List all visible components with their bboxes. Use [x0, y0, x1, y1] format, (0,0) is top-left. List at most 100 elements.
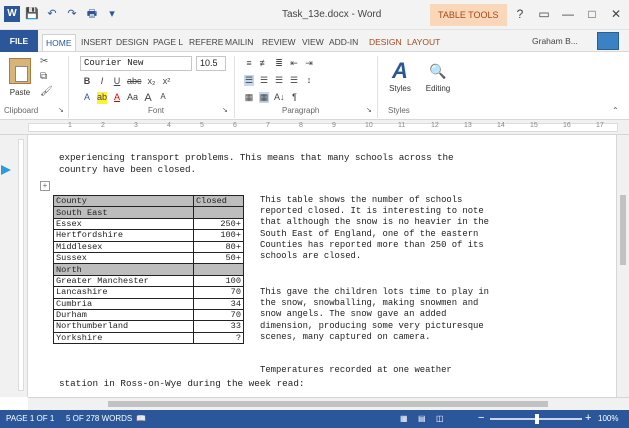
horizontal-scroll-thumb[interactable]: [108, 401, 548, 407]
tab-insert[interactable]: INSERT: [78, 34, 115, 51]
redo-icon[interactable]: ↷: [64, 6, 80, 22]
tab-table-layout[interactable]: LAYOUT: [404, 34, 443, 51]
paragraph-top[interactable]: experiencing transport problems. This me…: [59, 152, 579, 176]
side-paragraph-2[interactable]: This gave the children lots time to play…: [260, 287, 570, 343]
clipboard-launcher-icon[interactable]: ↘: [58, 106, 64, 114]
sort-icon[interactable]: A↓: [274, 92, 285, 103]
side-paragraph-1[interactable]: This table shows the number of schools r…: [260, 195, 570, 262]
minimize-button[interactable]: —: [559, 4, 577, 24]
side-paragraph-3[interactable]: Temperatures recorded at one weather: [260, 365, 570, 376]
font-name-combo[interactable]: Courier New: [80, 56, 192, 71]
closed-cell[interactable]: 50+: [193, 251, 244, 265]
help-button[interactable]: ?: [511, 4, 529, 24]
horizontal-ruler[interactable]: 1 2 3 4 5 6 7 8 9 10 11 12 13 14 15 16 17: [0, 120, 629, 135]
word-count[interactable]: 5 OF 278 WORDS: [66, 414, 132, 423]
closed-cell[interactable]: 70: [193, 308, 244, 322]
tab-file[interactable]: FILE: [0, 30, 38, 52]
county-cell[interactable]: Sussex: [53, 251, 194, 265]
maximize-button[interactable]: □: [583, 4, 601, 24]
closed-cell[interactable]: 100: [193, 274, 244, 288]
zoom-level[interactable]: 100%: [598, 414, 618, 423]
print-layout-icon[interactable]: ▤: [418, 414, 426, 423]
county-cell[interactable]: North: [53, 263, 194, 276]
county-cell[interactable]: Hertfordshire: [53, 229, 194, 242]
multilevel-list-icon[interactable]: ≣: [274, 58, 284, 69]
closed-cell[interactable]: [193, 206, 244, 219]
user-name[interactable]: Graham B...: [532, 36, 578, 46]
cut-icon[interactable]: ✂: [40, 56, 48, 67]
subscript-button[interactable]: x₂: [147, 76, 157, 86]
numbering-icon[interactable]: ≢: [259, 58, 269, 69]
editing-button[interactable]: 🔍 Editing: [418, 58, 458, 93]
change-case-button[interactable]: Aa: [127, 92, 138, 104]
italic-button[interactable]: I: [97, 76, 107, 86]
save-icon[interactable]: 💾: [24, 6, 40, 22]
copy-icon[interactable]: ⧉: [40, 71, 47, 82]
closed-cell[interactable]: [193, 263, 244, 276]
shrink-font-button[interactable]: A: [158, 92, 168, 104]
superscript-button[interactable]: x²: [162, 76, 172, 86]
borders-icon[interactable]: ▦: [259, 92, 269, 103]
tab-page-layout[interactable]: PAGE L: [150, 34, 186, 51]
tab-home[interactable]: HOME: [42, 34, 76, 51]
styles-button[interactable]: A Styles: [384, 58, 416, 93]
header-county[interactable]: County: [53, 194, 194, 208]
vertical-scrollbar[interactable]: [616, 135, 629, 397]
customize-qat-icon[interactable]: ▾: [104, 6, 120, 22]
tab-add-ins[interactable]: ADD-IN: [326, 34, 361, 51]
font-launcher-icon[interactable]: ↘: [222, 106, 228, 114]
align-left-icon[interactable]: ☰: [244, 75, 254, 86]
undo-icon[interactable]: ↶: [44, 6, 60, 22]
vertical-ruler[interactable]: [0, 135, 28, 397]
font-color-button[interactable]: A: [112, 92, 122, 104]
increase-indent-icon[interactable]: ⇥: [304, 58, 314, 69]
shading-icon[interactable]: ▦: [244, 92, 254, 103]
county-cell[interactable]: Northumberland: [53, 320, 194, 333]
tab-mailings[interactable]: MAILIN: [222, 34, 256, 51]
horizontal-scrollbar[interactable]: [28, 397, 629, 410]
bold-button[interactable]: B: [82, 76, 92, 86]
grow-font-button[interactable]: A: [143, 92, 153, 104]
bullets-icon[interactable]: ≡: [244, 58, 254, 69]
font-size-combo[interactable]: 10.5: [196, 56, 226, 71]
tab-table-design[interactable]: DESIGN: [366, 34, 405, 51]
underline-button[interactable]: U: [112, 76, 122, 86]
closed-cell[interactable]: 33: [193, 320, 244, 333]
county-cell[interactable]: Durham: [53, 308, 194, 322]
tab-review[interactable]: REVIEW: [259, 34, 299, 51]
tab-references[interactable]: REFERE: [186, 34, 226, 51]
close-button[interactable]: ✕: [607, 4, 625, 24]
collapse-ribbon-icon[interactable]: ⌃: [612, 106, 619, 115]
county-cell[interactable]: Essex: [53, 217, 194, 231]
county-cell[interactable]: Lancashire: [53, 286, 194, 299]
document-page[interactable]: experiencing transport problems. This me…: [28, 135, 616, 397]
zoom-out-button[interactable]: −: [478, 412, 484, 424]
closed-cell[interactable]: ?: [193, 331, 244, 345]
closed-cell[interactable]: 100+: [193, 229, 244, 242]
zoom-in-button[interactable]: +: [585, 412, 591, 424]
county-cell[interactable]: South East: [53, 206, 194, 219]
tab-view[interactable]: VIEW: [299, 34, 327, 51]
decrease-indent-icon[interactable]: ⇤: [289, 58, 299, 69]
justify-icon[interactable]: ☰: [289, 75, 299, 86]
closed-cell[interactable]: 34: [193, 297, 244, 310]
closed-cell[interactable]: 80+: [193, 240, 244, 253]
county-cell[interactable]: Greater Manchester: [53, 274, 194, 288]
line-spacing-icon[interactable]: ↕: [304, 75, 314, 86]
paste-button[interactable]: Paste: [6, 58, 34, 102]
print-preview-icon[interactable]: 🖶: [84, 6, 100, 22]
web-layout-icon[interactable]: ◫: [436, 414, 444, 423]
county-cell[interactable]: Middlesex: [53, 240, 194, 253]
text-effects-button[interactable]: A: [82, 92, 92, 104]
closed-cell[interactable]: 250+: [193, 217, 244, 231]
county-closures-table[interactable]: County Closed South East Essex 250+ Hertfor…: [53, 194, 244, 345]
header-closed[interactable]: Closed: [193, 194, 244, 208]
align-center-icon[interactable]: ☰: [259, 75, 269, 86]
avatar[interactable]: [597, 32, 619, 50]
page-count[interactable]: PAGE 1 OF 1: [6, 414, 54, 423]
format-painter-icon[interactable]: 🖌: [40, 86, 53, 97]
show-marks-icon[interactable]: ¶: [290, 92, 300, 103]
county-cell[interactable]: Cumbria: [53, 297, 194, 310]
paragraph-bottom[interactable]: station in Ross-on-Wye during the week r…: [59, 378, 304, 390]
strikethrough-button[interactable]: abc: [127, 76, 142, 86]
